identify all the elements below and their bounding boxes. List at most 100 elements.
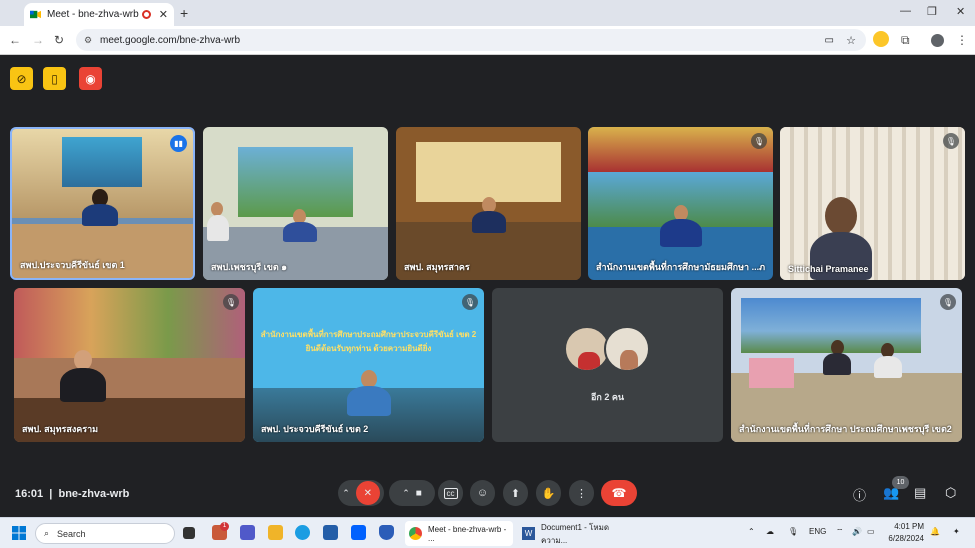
volume-icon[interactable]: 🔊 (852, 527, 862, 536)
tab-close-icon[interactable]: ✕ (159, 8, 168, 21)
taskbar-app-word[interactable]: W Document1 - โหมดความ... (518, 521, 630, 546)
mic-off-icon[interactable]: ✕ (355, 481, 380, 505)
tray-chevron-up-icon[interactable]: ⌃ (748, 527, 755, 536)
chat-icon[interactable]: ▤ (914, 485, 926, 501)
activities-icon[interactable]: ⬡ (945, 485, 956, 501)
recording-indicator-icon (141, 10, 151, 19)
extension-icon[interactable] (873, 31, 889, 47)
mic-control[interactable]: ⌃ ✕ (338, 480, 384, 506)
meeting-time: 16:01 | bne-zhva-wrb (15, 488, 130, 500)
clock-date[interactable]: 6/28/2024 (880, 534, 924, 543)
participant-name: สพป.เพชรบุรี เขต ๑ (211, 262, 287, 272)
meeting-code: bne-zhva-wrb (58, 488, 130, 500)
companion-mode-icon[interactable]: ▯ (43, 67, 66, 90)
others-count-label: อีก 2 คน (590, 392, 625, 402)
present-screen-icon: ⬆ (510, 487, 521, 500)
url-input[interactable]: ⚙ meet.google.com/bne-zhva-wrb ▭ ☆ (76, 29, 866, 51)
raise-hand-button[interactable]: ✋ (536, 480, 561, 506)
dropbox-icon[interactable] (351, 525, 366, 540)
video-tile[interactable]: 🎙 สำนักงานเขตพื้นที่การศึกษามัธยมศึกษา .… (588, 127, 773, 280)
taskbar-app-chrome[interactable]: Meet - bne-zhva-wrb - ... (405, 521, 513, 546)
wifi-icon[interactable]: ⌔ (836, 527, 844, 537)
site-info-icon[interactable]: ⚙ (84, 35, 92, 46)
video-tile[interactable]: 🎙 สำนักงานเขตพื้นที่การศึกษา ประถมศึกษาเ… (731, 288, 962, 442)
taskbar-app-label: Meet - bne-zhva-wrb - ... (428, 524, 507, 543)
edge-icon[interactable] (295, 525, 310, 540)
muted-mic-icon: 🎙 (943, 133, 959, 149)
participant-name: สำนักงานเขตพื้นที่การศึกษา ประถมศึกษาเพช… (739, 424, 952, 434)
meet-favicon-icon (30, 10, 41, 19)
taskbar-search-input[interactable]: ⌕ Search (35, 523, 175, 544)
new-tab-button[interactable]: + (180, 5, 188, 21)
camera-permission-icon[interactable]: ▭ (825, 35, 834, 46)
recording-icon[interactable]: ◉ (79, 67, 102, 90)
muted-mic-icon: 🎙 (223, 294, 239, 310)
bookmark-star-icon[interactable]: ☆ (846, 34, 856, 47)
video-tile[interactable]: ▮▮ สพป.ประจวบคีรีขันธ์ เขต 1 (10, 127, 195, 280)
chrome-icon (409, 527, 422, 540)
microphone-icon[interactable]: 🎙 (788, 527, 798, 536)
participant-name: Sittichai Pramanee (788, 264, 869, 274)
more-vertical-icon: ⋮ (576, 487, 587, 500)
banner-line-2: ยินดีต้อนรับทุกท่าน ด้วยความยินดียิ่ง (305, 344, 432, 353)
participant-name: สำนักงานเขตพื้นที่การศึกษามัธยมศึกษา ...… (596, 262, 766, 272)
reload-icon[interactable]: ↻ (54, 33, 64, 47)
browser-tab-meet[interactable]: Meet - bne-zhva-wrb ✕ (24, 3, 174, 26)
clock-time[interactable]: 4:01 PM (886, 522, 924, 531)
present-button[interactable]: ⬆ (503, 480, 528, 506)
others-tile[interactable]: อีก 2 คน (492, 288, 723, 442)
more-options-button[interactable]: ⋮ (569, 480, 594, 506)
battery-icon[interactable]: ▭ (867, 527, 875, 536)
camera-off-warning-icon[interactable]: ⊘ (10, 67, 33, 90)
forward-icon[interactable]: → (32, 33, 44, 47)
browser-menu-icon[interactable]: ⋮ (956, 33, 968, 47)
meeting-info-icon[interactable]: ⓘ (853, 485, 866, 504)
profile-avatar-icon[interactable] (931, 34, 944, 47)
video-tile[interactable]: สพป.เพชรบุรี เขต ๑ (203, 127, 388, 280)
phone-hangup-icon: ☎ (611, 486, 627, 500)
teams-icon[interactable] (240, 525, 255, 540)
minimize-button[interactable]: — (900, 5, 911, 17)
language-indicator[interactable]: ENG (809, 527, 826, 536)
window-close-button[interactable]: ✕ (956, 5, 965, 18)
video-tile[interactable]: สพป. สมุทรสาคร (396, 127, 581, 280)
windows-start-icon[interactable] (12, 526, 26, 540)
file-explorer-icon[interactable] (268, 525, 283, 540)
address-bar-row: ← → ↻ ⚙ meet.google.com/bne-zhva-wrb ▭ ☆… (0, 26, 975, 55)
task-view-icon[interactable] (183, 527, 195, 539)
leave-call-button[interactable]: ☎ (601, 480, 637, 506)
chevron-up-icon[interactable]: ⌃ (402, 488, 410, 499)
notification-bell-icon[interactable]: 🔔 (930, 527, 940, 536)
word-icon: W (522, 527, 535, 540)
speaking-indicator-icon: ▮▮ (170, 135, 187, 152)
store-icon[interactable] (323, 525, 338, 540)
notification-badge: 1 (220, 522, 229, 531)
browser-tab-strip: Meet - bne-zhva-wrb ✕ + — ❐ ✕ (0, 0, 975, 26)
hand-icon: ✋ (541, 487, 556, 500)
video-tile[interactable]: สำนักงานเขตพื้นที่การศึกษาประถมศึกษาประจ… (253, 288, 484, 442)
muted-mic-icon: 🎙 (940, 294, 956, 310)
security-shield-icon[interactable] (379, 525, 394, 540)
video-tile[interactable]: 🎙 Sittichai Pramanee (780, 127, 965, 280)
video-tile[interactable]: 🎙 สพป. สมุทรสงคราม (14, 288, 245, 442)
time-code-separator: | (49, 488, 53, 500)
camera-control[interactable]: ⌃ ■ (389, 480, 435, 506)
muted-mic-icon: 🎙 (751, 133, 767, 149)
participant-name: สพป.ประจวบคีรีขันธ์ เขต 1 (20, 260, 125, 270)
banner-line-1: สำนักงานเขตพื้นที่การศึกษาประถมศึกษาประจ… (260, 330, 477, 339)
chevron-up-icon[interactable]: ⌃ (342, 488, 350, 499)
captions-button[interactable]: cc (438, 480, 463, 506)
onedrive-icon[interactable]: ☁ (766, 527, 774, 536)
emoji-button[interactable]: ☺ (470, 480, 495, 506)
maximize-button[interactable]: ❐ (927, 5, 937, 18)
muted-mic-icon: 🎙 (462, 294, 478, 310)
emoji-icon: ☺ (476, 487, 489, 499)
extensions-icon[interactable]: ⧉ (901, 33, 910, 48)
camera-icon[interactable]: ■ (416, 488, 422, 499)
captions-icon: cc (443, 487, 458, 499)
tab-title: Meet - bne-zhva-wrb (47, 9, 139, 20)
search-icon: ⌕ (44, 528, 50, 538)
participant-count-badge: 10 (892, 476, 909, 489)
copilot-icon[interactable]: ✦ (953, 527, 960, 536)
back-icon[interactable]: ← (9, 33, 21, 47)
